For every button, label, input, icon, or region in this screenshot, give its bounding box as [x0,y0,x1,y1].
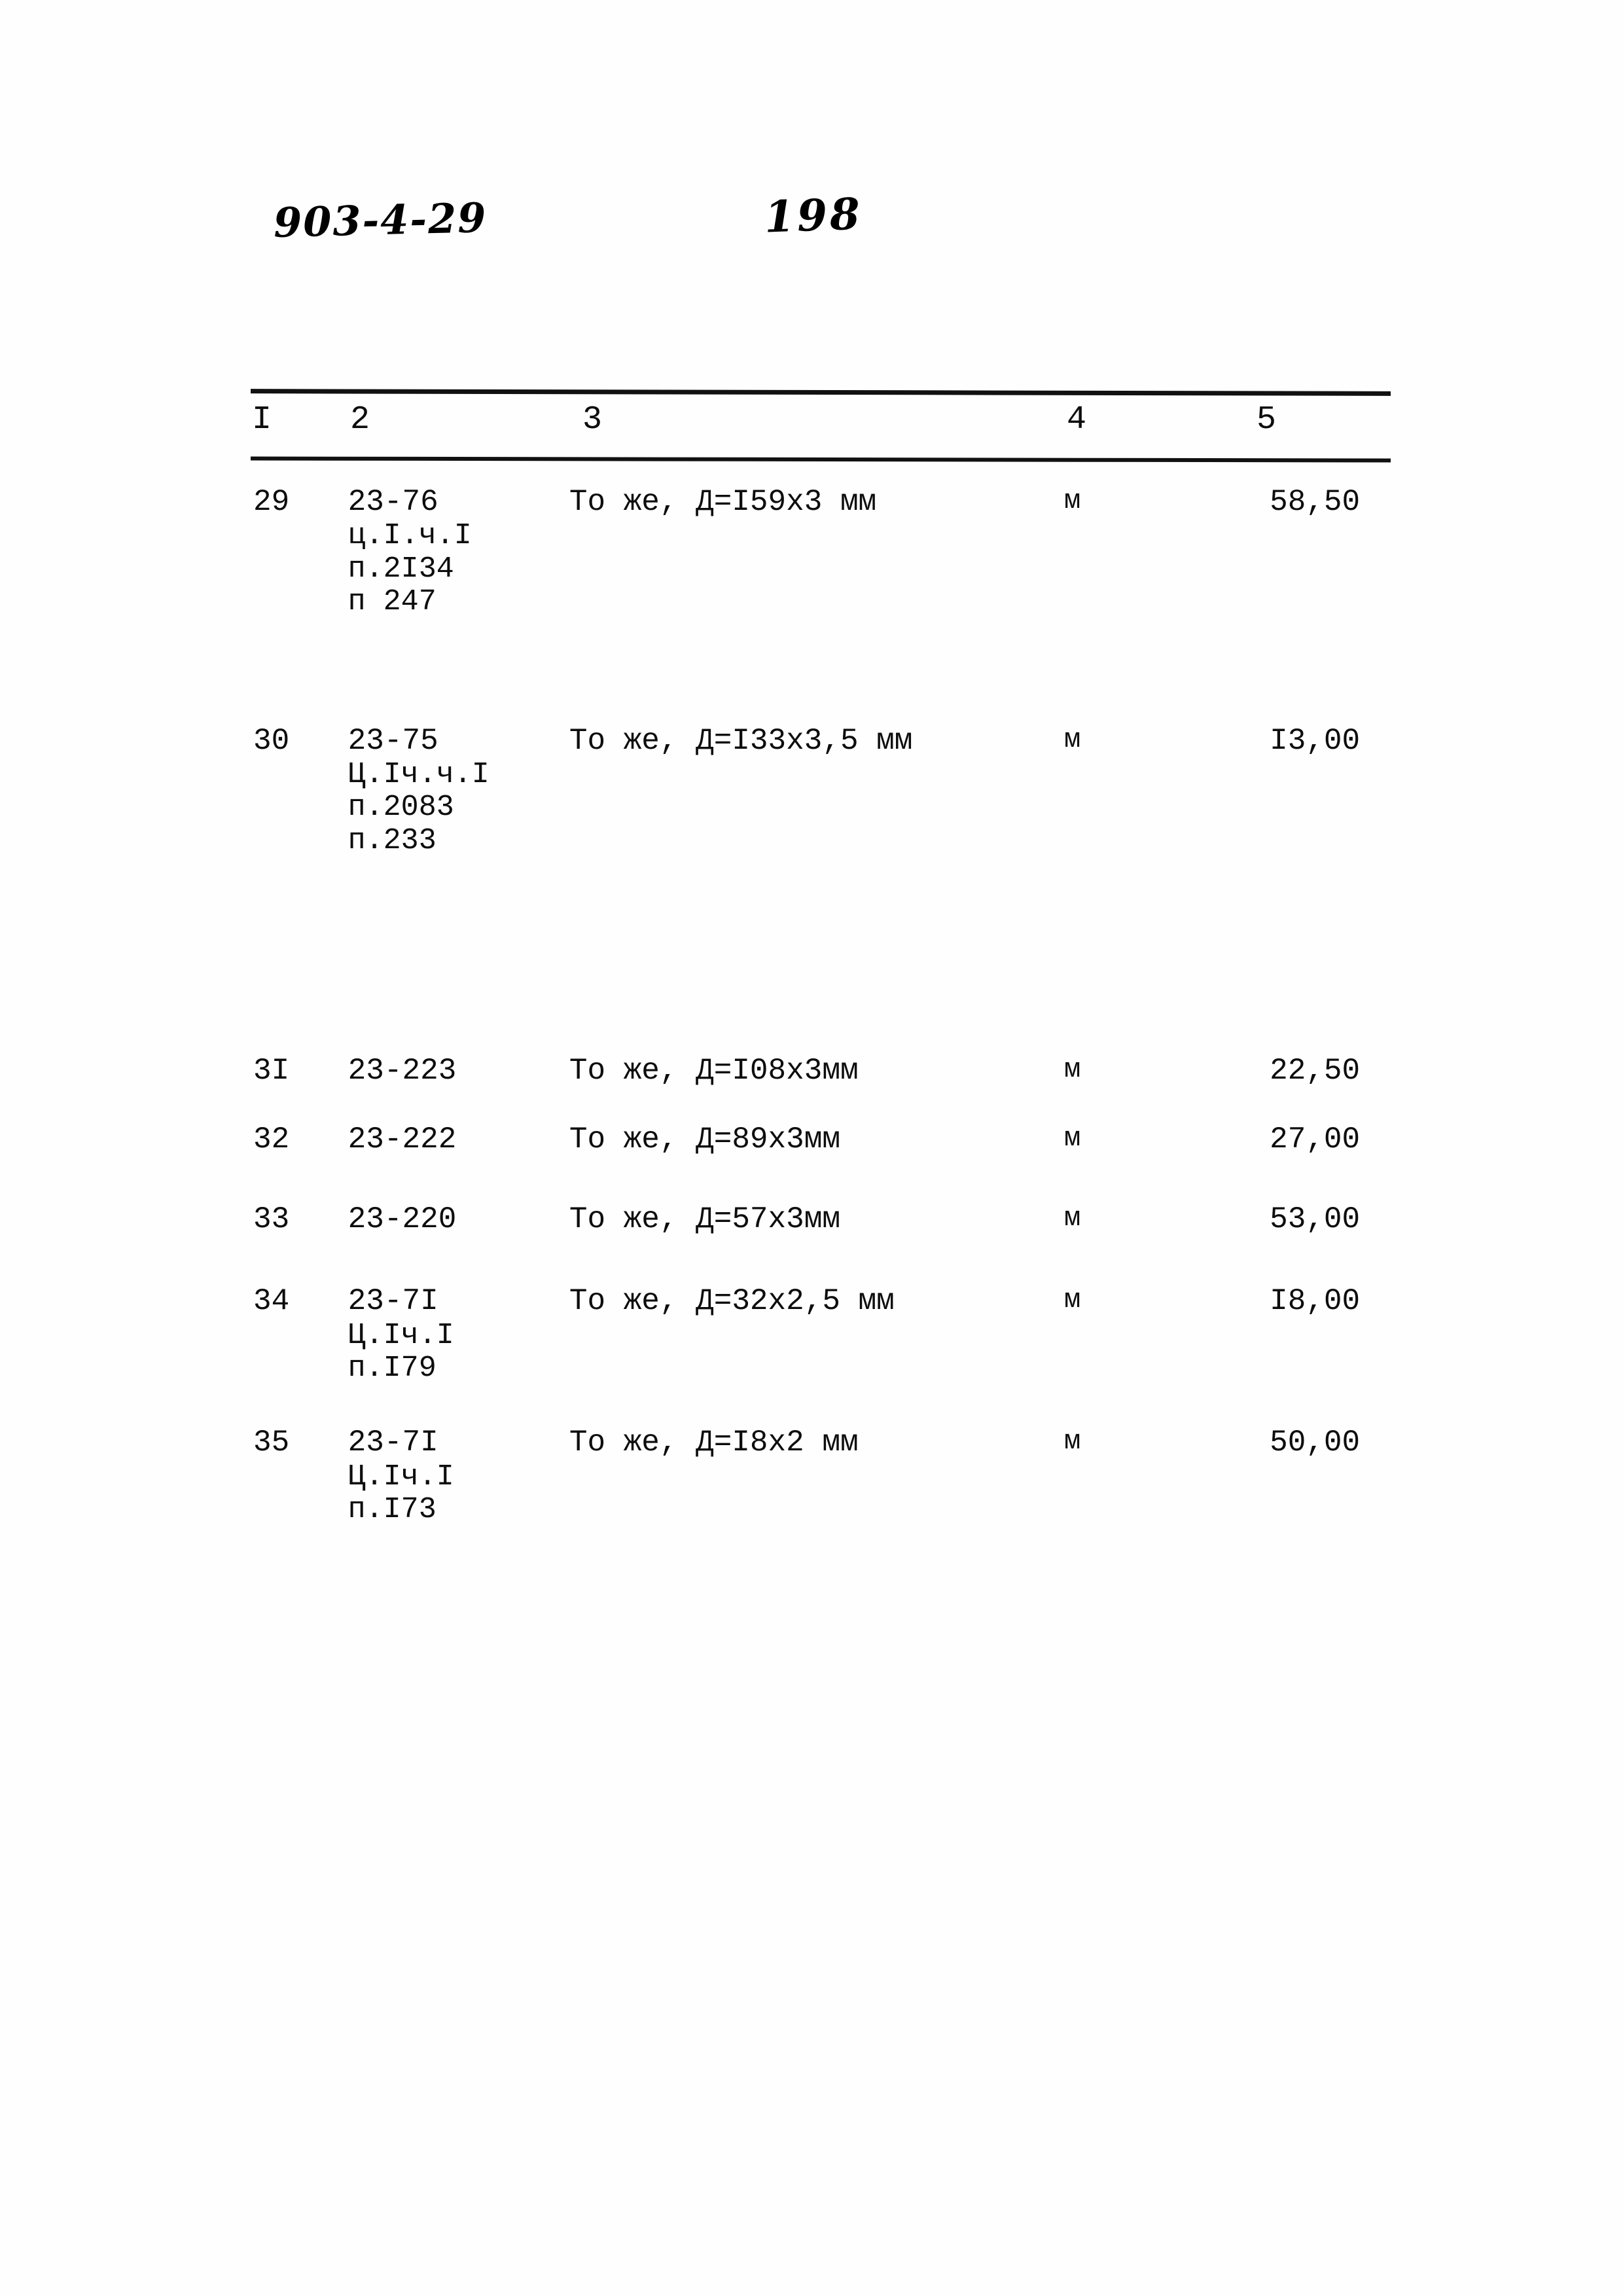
row-code-reference: Ц.Iч.I п.I73 [348,1460,454,1527]
row-unit: м [1064,1284,1081,1316]
row-quantity: 53,00 [1270,1202,1361,1236]
row-description: То же, Д=I08х3мм [569,1054,859,1088]
row-index: 35 [253,1426,290,1460]
row-index: 3I [253,1054,290,1088]
row-unit: м [1064,1122,1081,1155]
row-unit: м [1064,723,1081,755]
row-index: 30 [253,723,290,758]
row-description: То же, Д=I8х2 мм [569,1426,859,1460]
table-row: 34 23-7I Ц.Iч.I п.I79 То же, Д=32х2,5 мм м I8… [251,1284,1391,1385]
column-header-2: 2 [350,401,371,439]
row-unit: м [1064,485,1081,516]
column-header-4: 4 [1067,401,1088,439]
row-quantity: 22,50 [1270,1054,1361,1088]
row-quantity: 27,00 [1270,1122,1361,1157]
row-code: 23-7I Ц.Iч.I п.I73 [344,1426,563,1526]
row-description: То же, Д=32х2,5 мм [569,1284,895,1319]
row-code: 23-75 Ц.Iч.ч.I п.2083 п.233 [344,724,563,858]
table-row: 30 23-75 Ц.Iч.ч.I п.2083 п.233 То же, Д=I33… [251,724,1391,858]
row-quantity: I8,00 [1270,1284,1361,1319]
column-header-1: I [252,401,273,439]
row-description: То же, Д=57х3мм [569,1202,840,1236]
row-code-reference: Ц.Iч.ч.I п.2083 п.233 [348,757,490,857]
table-body: 29 23-76 ц.I.ч.I п.2I34 п 247 То же, Д=I59х… [251,461,1391,1526]
row-code: 23-7I Ц.Iч.I п.I79 [344,1284,563,1385]
row-description: То же, Д=I33х3,5 мм [569,723,913,758]
row-unit: м [1064,1426,1081,1458]
row-code: 23-223 [348,1054,457,1088]
table-row: 3I 23-223 То же, Д=I08х3мм м 22,50 [251,1054,1391,1088]
row-unit: м [1064,1202,1081,1234]
row-quantity: 50,00 [1270,1426,1361,1460]
row-code-reference: Ц.Iч.I п.I79 [348,1318,454,1385]
table-row: 35 23-7I Ц.Iч.I п.I73 То же, Д=I8х2 мм м 50,0… [251,1426,1391,1526]
handwritten-page-number: 198 [763,188,864,243]
specification-table: I 2 3 4 5 29 23-76 ц.I.ч.I п.2I34 п 247 То … [250,389,1391,1526]
row-index: 33 [253,1202,290,1236]
table-row: 32 23-222 То же, Д=89х3мм м 27,00 [251,1122,1391,1157]
row-code-reference: ц.I.ч.I п.2I34 п 247 [348,519,472,619]
table-row: 33 23-220 То же, Д=57х3мм м 53,00 [251,1202,1391,1237]
table-header-row: I 2 3 4 5 [251,395,1391,457]
row-quantity: 58,50 [1270,485,1361,519]
row-description: То же, Д=I59х3 мм [569,485,877,519]
column-header-5: 5 [1257,401,1277,439]
row-unit: м [1064,1054,1081,1086]
handwritten-document-code: 903-4-29 [273,194,488,247]
column-header-3: 3 [582,401,603,439]
table-row: 29 23-76 ц.I.ч.I п.2I34 п 247 То же, Д=I59х… [251,485,1391,619]
row-quantity: I3,00 [1270,723,1361,758]
row-index: 34 [253,1284,290,1319]
row-code: 23-220 [348,1202,457,1236]
row-index: 32 [253,1122,290,1157]
row-code: 23-222 [348,1122,457,1157]
row-description: То же, Д=89х3мм [569,1122,840,1157]
row-code: 23-76 ц.I.ч.I п.2I34 п 247 [344,485,563,619]
document-page: 903-4-29 198 I 2 3 4 5 29 23-76 ц.I.ч.I п.… [0,0,1623,2296]
row-index: 29 [253,485,290,519]
